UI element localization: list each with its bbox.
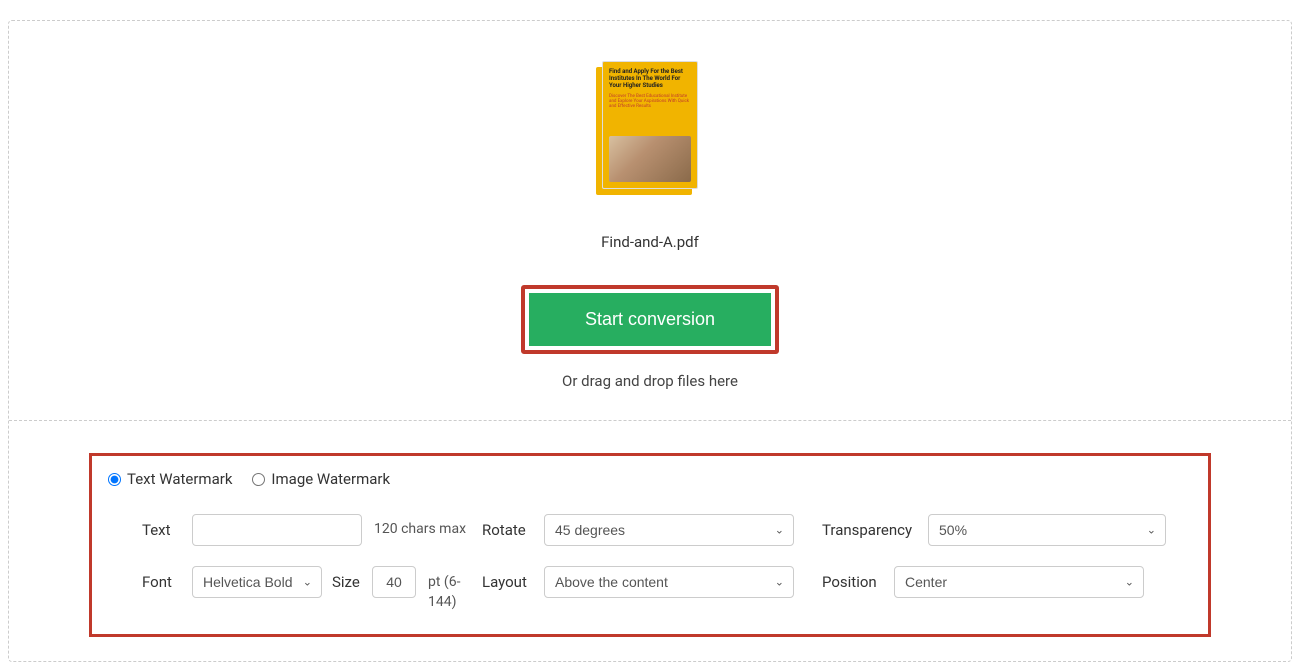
font-select[interactable]: Helvetica Bold [192, 566, 322, 598]
drag-drop-hint: Or drag and drop files here [29, 372, 1271, 390]
file-name: Find-and-A.pdf [29, 233, 1271, 251]
form-rows: Text 120 chars max Rotate 45 degrees ⌄ [108, 514, 1192, 612]
size-input[interactable] [372, 566, 416, 598]
text-hint: 120 chars max [374, 520, 466, 540]
thumb-image [609, 136, 691, 182]
position-label: Position [822, 573, 884, 591]
text-label: Text [142, 521, 182, 539]
text-watermark-option[interactable]: Text Watermark [108, 470, 232, 488]
rotate-select[interactable]: 45 degrees [544, 514, 794, 546]
position-select[interactable]: Center [894, 566, 1144, 598]
thumb-title: Find and Apply For the Best Institutes I… [609, 68, 691, 90]
layout-label: Layout [482, 573, 534, 591]
thumb-card: Find and Apply For the Best Institutes I… [602, 61, 698, 189]
form-row-1: Text 120 chars max Rotate 45 degrees ⌄ [142, 514, 1192, 546]
main-panel: Find and Apply For the Best Institutes I… [8, 20, 1292, 662]
upload-area[interactable]: Find and Apply For the Best Institutes I… [9, 21, 1291, 421]
image-watermark-option[interactable]: Image Watermark [252, 470, 390, 488]
image-watermark-label: Image Watermark [271, 470, 390, 488]
text-input[interactable] [192, 514, 362, 546]
start-button-highlight: Start conversion [521, 285, 779, 354]
image-watermark-radio[interactable] [252, 473, 265, 486]
form-row-2: Font Helvetica Bold ⌄ Size pt (6-144) La… [142, 566, 1192, 612]
transparency-select[interactable]: 50% [928, 514, 1166, 546]
size-label: Size [332, 566, 362, 591]
options-section: Text Watermark Image Watermark Text 120 … [9, 421, 1291, 661]
font-label: Font [142, 566, 182, 591]
text-watermark-radio[interactable] [108, 473, 121, 486]
size-hint: pt (6-144) [428, 566, 478, 612]
transparency-label: Transparency [822, 521, 918, 539]
start-conversion-button[interactable]: Start conversion [529, 293, 771, 346]
text-watermark-label: Text Watermark [127, 470, 232, 488]
file-thumbnail[interactable]: Find and Apply For the Best Institutes I… [602, 61, 698, 189]
rotate-label: Rotate [482, 521, 534, 539]
watermark-type-row: Text Watermark Image Watermark [108, 470, 1192, 488]
thumb-subtitle: Discover The Best Educational Institute … [609, 94, 691, 110]
layout-select[interactable]: Above the content [544, 566, 794, 598]
watermark-options-highlight: Text Watermark Image Watermark Text 120 … [89, 453, 1211, 637]
